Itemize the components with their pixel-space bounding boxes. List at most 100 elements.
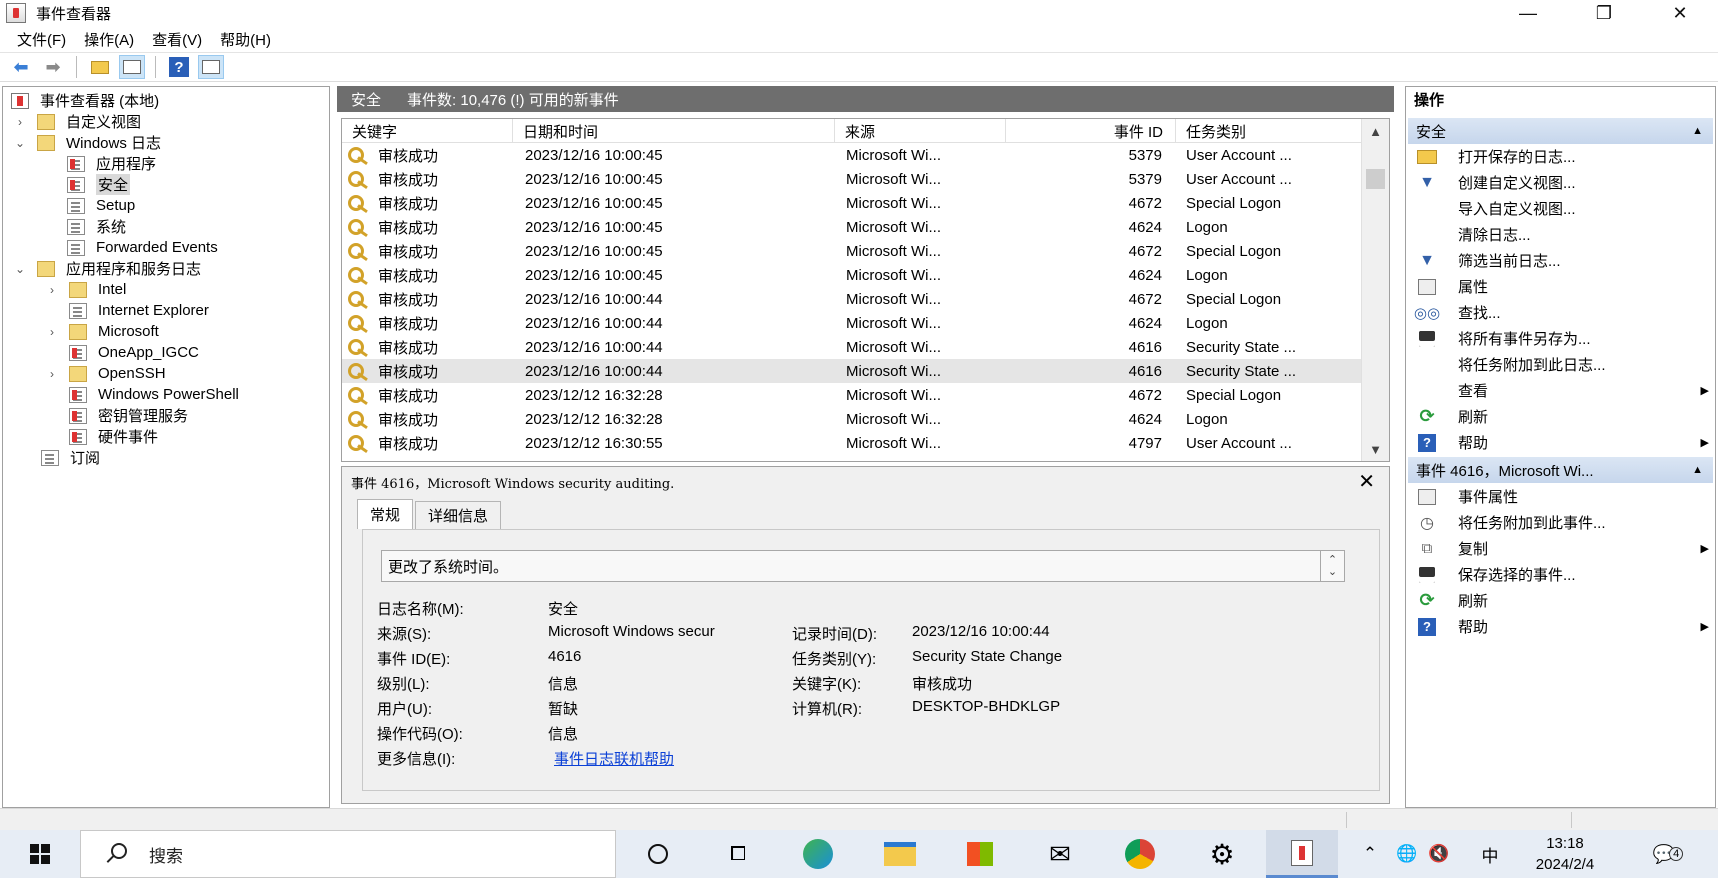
- action-help[interactable]: ? 帮助 ▶: [1416, 430, 1711, 455]
- column-header-task-category[interactable]: 任务类别: [1176, 119, 1362, 143]
- scroll-down-icon[interactable]: ▼: [1362, 437, 1389, 461]
- table-row[interactable]: 审核成功 2023/12/16 10:00:45 Microsoft Wi... 46…: [342, 239, 1362, 263]
- scroll-up-icon[interactable]: ⌃: [1328, 554, 1337, 566]
- folder-up-icon[interactable]: [87, 55, 113, 79]
- scroll-up-icon[interactable]: ▲: [1362, 119, 1389, 143]
- tree-item-application[interactable]: 应用程序: [67, 153, 156, 174]
- mail-icon[interactable]: ✉: [1024, 830, 1096, 878]
- table-row[interactable]: 审核成功 2023/12/16 10:00:45 Microsoft Wi... 46…: [342, 215, 1362, 239]
- menu-action[interactable]: 操作(A): [75, 29, 143, 50]
- tree-item-internet-explorer[interactable]: Internet Explorer: [69, 300, 209, 321]
- table-row[interactable]: 审核成功 2023/12/12 16:32:28 Microsoft Wi... 46…: [342, 407, 1362, 431]
- tree-item-windows-logs[interactable]: ⌄ Windows 日志: [13, 132, 161, 153]
- notification-center-icon[interactable]: 💬 4: [1648, 830, 1688, 878]
- action-view[interactable]: 查看 ▶: [1416, 378, 1711, 403]
- tree-item-setup[interactable]: Setup: [67, 195, 135, 216]
- action-attach-task-log[interactable]: 将任务附加到此日志...: [1416, 352, 1711, 377]
- vertical-scrollbar[interactable]: ▲ ▼: [1361, 119, 1389, 461]
- expand-arrow-icon[interactable]: ›: [13, 115, 27, 129]
- tree-item-forwarded-events[interactable]: Forwarded Events: [67, 237, 218, 258]
- column-header-keyword[interactable]: 关键字: [342, 119, 513, 143]
- tree-item-powershell[interactable]: Windows PowerShell: [69, 384, 239, 405]
- menu-file[interactable]: 文件(F): [8, 29, 75, 50]
- collapse-arrow-icon[interactable]: ⌄: [13, 262, 27, 276]
- chrome-icon[interactable]: [1104, 830, 1176, 878]
- tree-item-microsoft[interactable]: › Microsoft: [45, 321, 159, 342]
- show-tree-icon[interactable]: [119, 55, 145, 79]
- action-refresh[interactable]: ⟳ 刷新: [1416, 404, 1711, 429]
- action-properties[interactable]: 属性: [1416, 274, 1711, 299]
- cortana-icon[interactable]: [622, 830, 694, 878]
- tree-item-oneapp-igcc[interactable]: OneApp_IGCC: [69, 342, 199, 363]
- close-icon[interactable]: ✕: [1358, 469, 1375, 494]
- tree-item-custom-views[interactable]: › 自定义视图: [13, 111, 141, 132]
- description-scroll[interactable]: ⌃ ⌄: [1321, 550, 1345, 582]
- tree-item-intel[interactable]: › Intel: [45, 279, 126, 300]
- scroll-thumb[interactable]: [1366, 169, 1385, 189]
- action-copy[interactable]: ⧉ 复制 ▶: [1416, 536, 1711, 561]
- menu-help[interactable]: 帮助(H): [211, 29, 280, 50]
- back-arrow-icon[interactable]: ⬅: [8, 55, 34, 79]
- taskbar-clock[interactable]: 13:18 2024/2/4: [1510, 833, 1620, 875]
- volume-muted-icon[interactable]: 🔇: [1424, 830, 1454, 878]
- more-info-link[interactable]: 事件日志联机帮助: [554, 748, 674, 769]
- action-save-selected[interactable]: 保存选择的事件...: [1416, 562, 1711, 587]
- scroll-down-icon[interactable]: ⌄: [1328, 566, 1337, 578]
- tree-item-subscriptions[interactable]: 订阅: [41, 447, 100, 468]
- table-row[interactable]: 审核成功 2023/12/16 10:00:45 Microsoft Wi... 53…: [342, 143, 1362, 167]
- minimize-button[interactable]: —: [1490, 0, 1566, 26]
- action-help-event[interactable]: ? 帮助 ▶: [1416, 614, 1711, 639]
- expand-arrow-icon[interactable]: ›: [45, 283, 59, 297]
- table-row[interactable]: 审核成功 2023/12/16 10:00:44 Microsoft Wi... 46…: [342, 359, 1362, 383]
- tree-item-apps-services[interactable]: ⌄ 应用程序和服务日志: [13, 258, 201, 279]
- restore-button[interactable]: ❐: [1566, 0, 1642, 26]
- action-create-custom-view[interactable]: ▼ 创建自定义视图...: [1416, 170, 1711, 195]
- table-row[interactable]: 审核成功 2023/12/16 10:00:44 Microsoft Wi... 46…: [342, 335, 1362, 359]
- show-actions-icon[interactable]: [198, 55, 224, 79]
- column-header-event-id[interactable]: 事件 ID: [1006, 119, 1176, 143]
- action-event-properties[interactable]: 事件属性: [1416, 484, 1711, 509]
- action-attach-task-event[interactable]: ◷ 将任务附加到此事件...: [1416, 510, 1711, 535]
- tree-item-openssh[interactable]: › OpenSSH: [45, 363, 166, 384]
- action-import-custom-view[interactable]: 导入自定义视图...: [1416, 196, 1711, 221]
- action-save-all-events[interactable]: 将所有事件另存为...: [1416, 326, 1711, 351]
- tree-item-root[interactable]: 事件查看器 (本地): [11, 90, 159, 111]
- help-icon[interactable]: ?: [166, 55, 192, 79]
- action-filter-log[interactable]: ▼ 筛选当前日志...: [1416, 248, 1711, 273]
- description-box[interactable]: 更改了系统时间。: [381, 550, 1321, 582]
- column-header-datetime[interactable]: 日期和时间: [513, 119, 835, 143]
- tree-item-hardware-events[interactable]: 硬件事件: [69, 426, 158, 447]
- actions-section-event[interactable]: 事件 4616，Microsoft Wi... ▲: [1408, 457, 1713, 483]
- start-button[interactable]: [0, 830, 80, 878]
- show-hidden-icons-icon[interactable]: ⌃: [1356, 830, 1384, 878]
- table-row[interactable]: 审核成功 2023/12/12 16:32:28 Microsoft Wi... 46…: [342, 383, 1362, 407]
- network-globe-icon[interactable]: 🌐: [1392, 830, 1422, 878]
- file-explorer-icon[interactable]: [864, 830, 936, 878]
- ime-indicator[interactable]: 中: [1476, 830, 1504, 878]
- expand-arrow-icon[interactable]: ›: [45, 367, 59, 381]
- store-icon[interactable]: [944, 830, 1016, 878]
- collapse-caret-icon[interactable]: ▲: [1692, 464, 1703, 476]
- tree-item-security[interactable]: 安全: [67, 174, 131, 195]
- table-row[interactable]: 审核成功 2023/12/12 16:30:55 Microsoft Wi... 47…: [342, 431, 1362, 455]
- table-row[interactable]: 审核成功 2023/12/16 10:00:45 Microsoft Wi... 46…: [342, 263, 1362, 287]
- table-row[interactable]: 审核成功 2023/12/16 10:00:44 Microsoft Wi... 46…: [342, 287, 1362, 311]
- tree-item-system[interactable]: 系统: [67, 216, 126, 237]
- tab-general[interactable]: 常规: [357, 499, 414, 529]
- table-row[interactable]: 审核成功 2023/12/16 10:00:45 Microsoft Wi... 53…: [342, 167, 1362, 191]
- collapse-caret-icon[interactable]: ▲: [1692, 125, 1703, 137]
- action-clear-log[interactable]: 清除日志...: [1416, 222, 1711, 247]
- expand-arrow-icon[interactable]: ›: [45, 325, 59, 339]
- task-view-icon[interactable]: ⧠: [702, 830, 774, 878]
- taskbar-search[interactable]: 搜索: [80, 830, 616, 878]
- table-row[interactable]: 审核成功 2023/12/16 10:00:45 Microsoft Wi... 46…: [342, 191, 1362, 215]
- column-header-source[interactable]: 来源: [835, 119, 1006, 143]
- tab-details[interactable]: 详细信息: [415, 501, 502, 529]
- forward-arrow-icon[interactable]: ➡: [40, 55, 66, 79]
- actions-section-security[interactable]: 安全 ▲: [1408, 118, 1713, 144]
- menu-view[interactable]: 查看(V): [143, 29, 211, 50]
- table-row[interactable]: 审核成功 2023/12/16 10:00:44 Microsoft Wi... 46…: [342, 311, 1362, 335]
- event-viewer-taskbar-icon[interactable]: [1266, 830, 1338, 878]
- action-find[interactable]: ◎◎ 查找...: [1414, 300, 1711, 325]
- action-refresh-event[interactable]: ⟳ 刷新: [1416, 588, 1711, 613]
